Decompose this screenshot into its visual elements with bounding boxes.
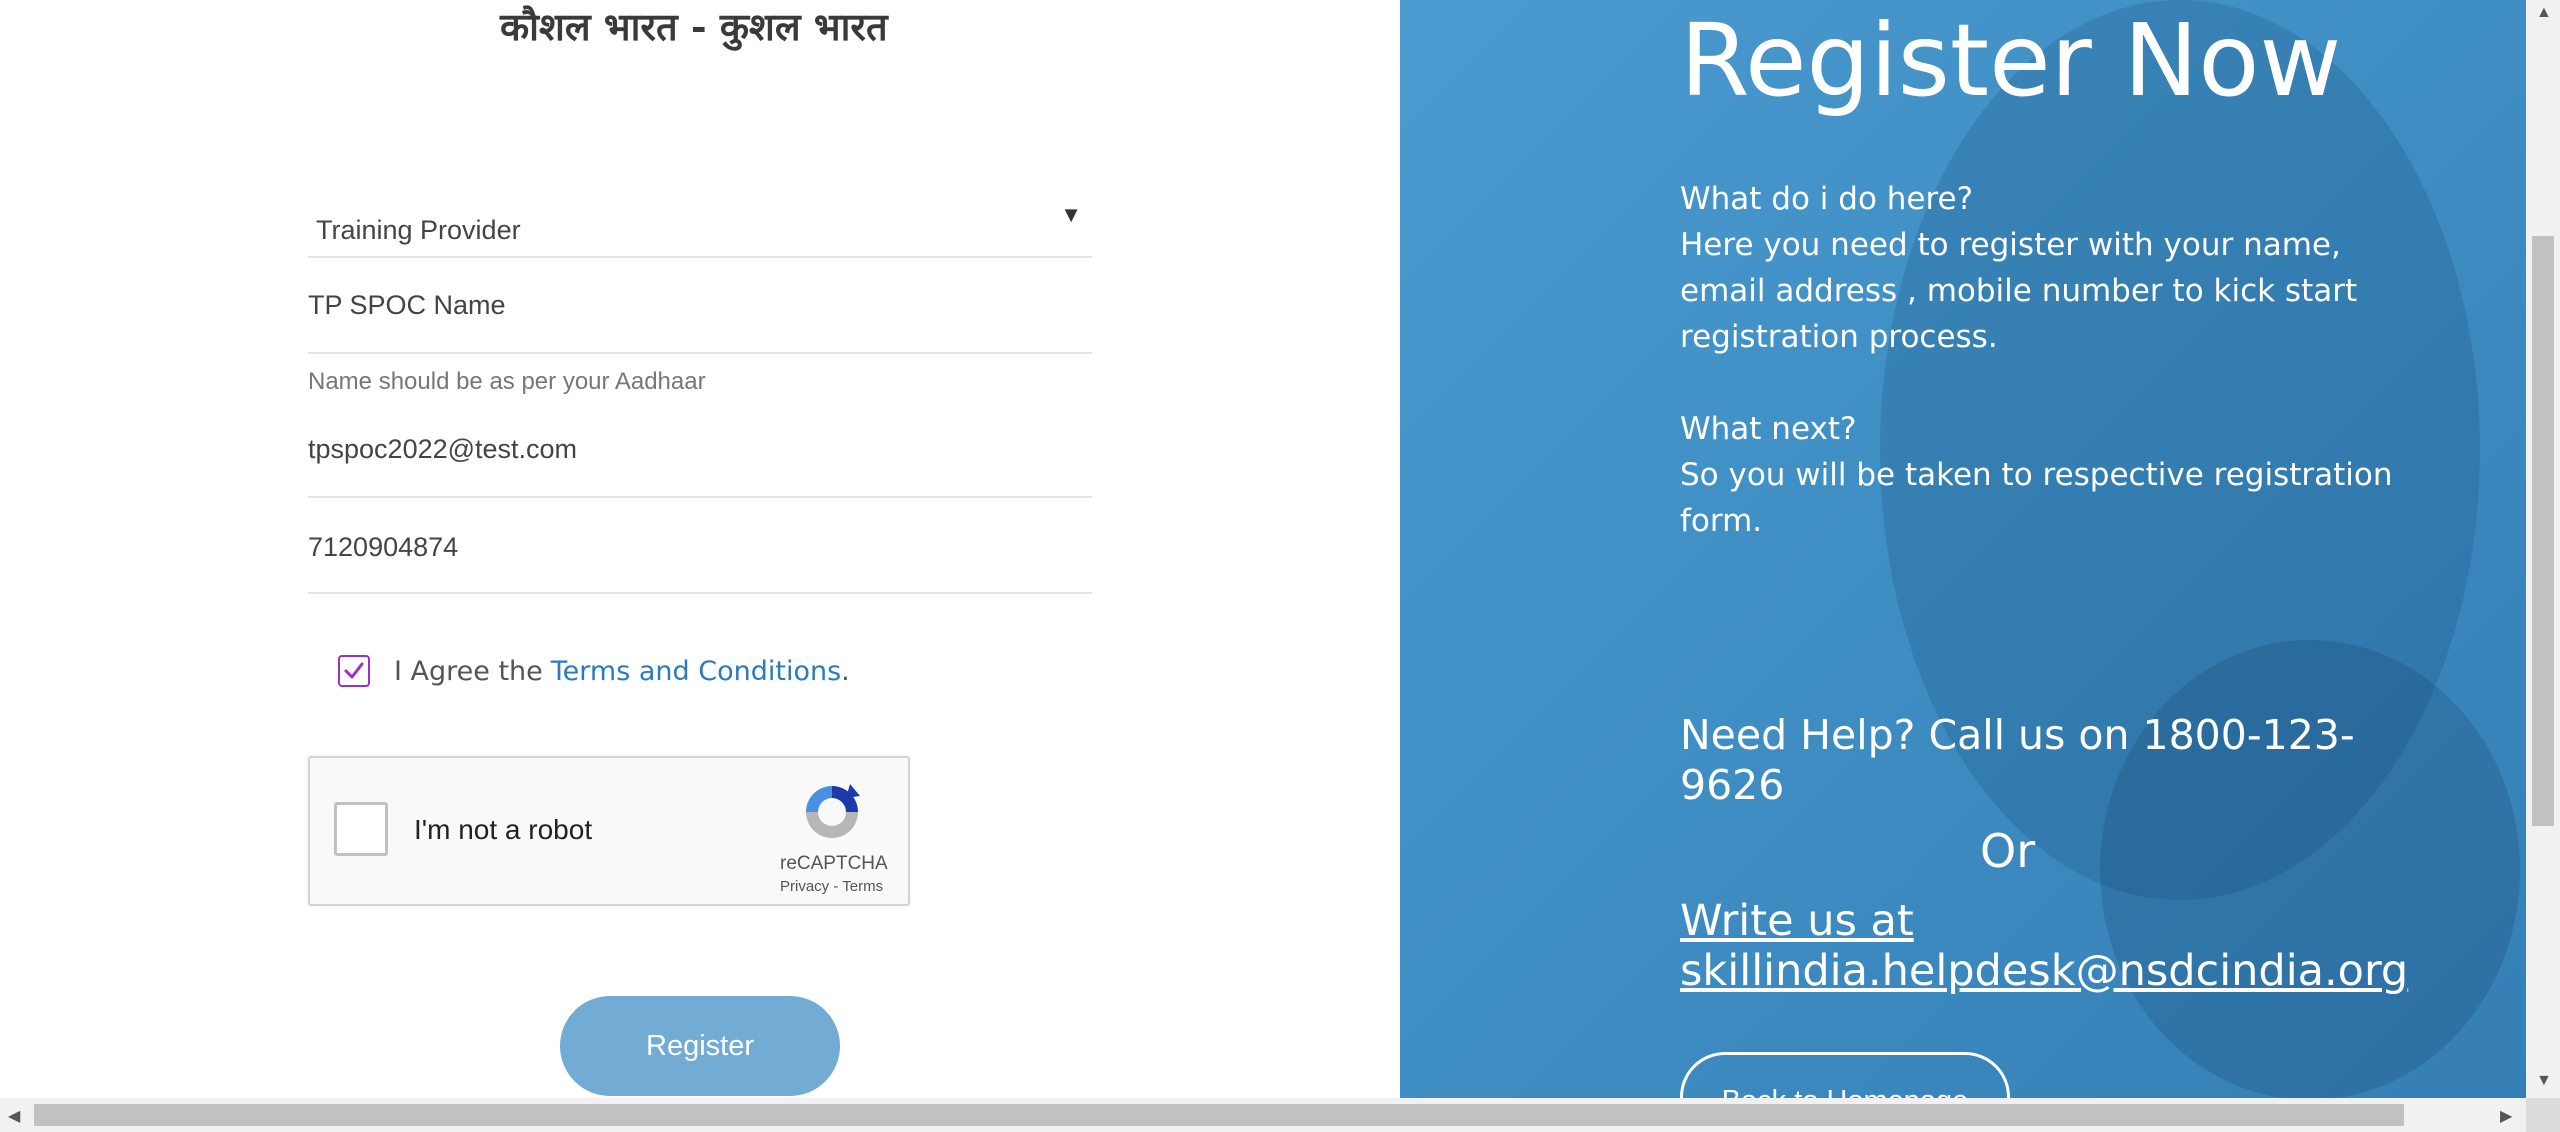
back-to-homepage-button[interactable]: Back to Homepage [1680,1052,2010,1098]
terms-checkbox[interactable] [338,655,370,687]
register-button[interactable]: Register [560,996,840,1096]
background-photo-detail [2100,640,2520,1098]
recaptcha-brand: reCAPTCHA [780,853,888,874]
recaptcha-label: I'm not a robot [414,814,593,845]
user-type-value: Training Provider [316,215,521,245]
vertical-scroll-thumb[interactable] [2532,236,2554,826]
terms-link[interactable]: Terms and Conditions [551,656,841,687]
scroll-up-icon[interactable]: ▲ [2536,4,2552,22]
question-what-next: What next? [1680,411,1857,447]
agree-prefix-text: I Agree the [394,655,543,687]
answer-what-do-i-do: Here you need to register with your name… [1680,227,2358,355]
skill-india-tagline: कौशल भारत - कुशल भारत [500,4,888,49]
horizontal-scroll-thumb[interactable] [34,1104,2404,1126]
or-separator: Or [1980,824,2036,878]
email-value: tpspoc2022@test.com [308,434,578,464]
scroll-right-icon[interactable]: ▶ [2500,1106,2512,1126]
scroll-left-icon[interactable]: ◀ [8,1106,20,1126]
recaptcha-logo-icon [806,784,860,838]
user-type-select[interactable]: Training Provider ▼ [308,198,1092,258]
mobile-input[interactable]: 7120904874 [308,516,1092,594]
spoc-name-input[interactable]: TP SPOC Name [308,268,1092,354]
check-icon [344,662,364,679]
answer-what-next: So you will be taken to respective regis… [1680,457,2393,539]
recaptcha-privacy-terms[interactable]: Privacy - Terms [780,878,883,895]
scrollbar-corner [2526,1098,2560,1132]
registration-page: कौशल भारत - कुशल भारत Training Provider … [0,0,2526,1098]
name-helper-text: Name should be as per your Aadhaar [308,368,706,395]
dropdown-caret-icon: ▼ [1060,202,1082,227]
question-what-do-i-do: What do i do here? [1680,181,1974,217]
recaptcha-widget: I'm not a robot reCAPTCHA Privacy - Term… [308,756,910,906]
info-panel: Register Now What do i do here? Here you… [1400,0,2526,1098]
register-now-heading: Register Now [1680,2,2342,119]
recaptcha-checkbox[interactable] [334,802,388,856]
helpdesk-email-link[interactable]: Write us at skillindia.helpdesk@nsdcindi… [1680,896,2526,996]
registration-form-panel: कौशल भारत - कुशल भारत Training Provider … [0,0,1400,1098]
email-input[interactable]: tpspoc2022@test.com [308,416,1092,498]
terms-agreement: I Agree the Terms and Conditions . [338,651,850,691]
mobile-value: 7120904874 [308,532,459,562]
agree-suffix-text: . [841,655,850,687]
spoc-name-placeholder: TP SPOC Name [308,290,506,320]
vertical-scrollbar[interactable]: ▲ ▼ [2526,0,2560,1098]
horizontal-scrollbar[interactable]: ◀ ▶ [0,1098,2526,1132]
helpline-text: Need Help? Call us on 1800-123-9626 [1680,711,2355,809]
scroll-down-icon[interactable]: ▼ [2536,1072,2552,1090]
